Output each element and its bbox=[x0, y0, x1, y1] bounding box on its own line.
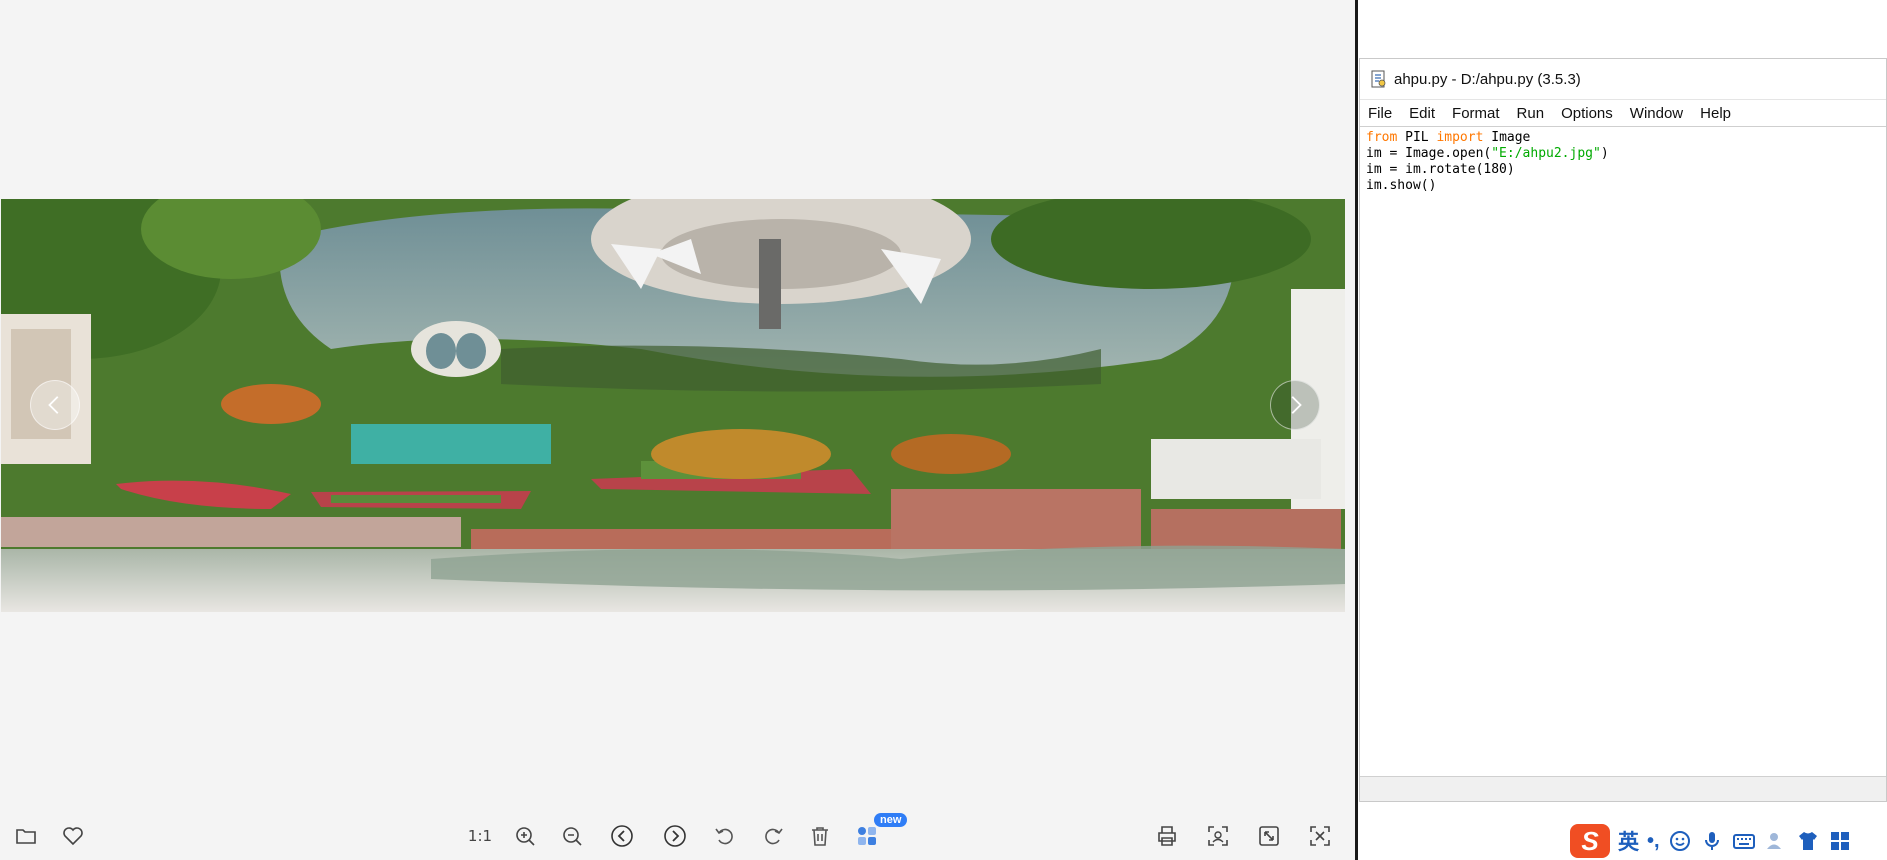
previous-image-button[interactable] bbox=[30, 380, 80, 430]
code-text: ) bbox=[1600, 146, 1609, 161]
menu-options[interactable]: Options bbox=[1561, 105, 1613, 122]
keyboard-icon bbox=[1732, 834, 1755, 849]
photo-image bbox=[1, 199, 1345, 612]
campus-photo-rotated bbox=[1, 199, 1345, 612]
print-button[interactable] bbox=[1152, 821, 1182, 851]
fit-window-icon bbox=[1259, 826, 1279, 846]
menu-run[interactable]: Run bbox=[1517, 105, 1545, 122]
new-badge: new bbox=[874, 813, 908, 827]
rotate-right-icon bbox=[765, 828, 783, 845]
code-text: im = Image.open( bbox=[1366, 146, 1492, 161]
fit-window-button[interactable] bbox=[1254, 821, 1284, 851]
grid-icon bbox=[1830, 832, 1849, 850]
toolbox-button[interactable] bbox=[1828, 829, 1852, 853]
open-folder-button[interactable] bbox=[11, 821, 41, 851]
ime-punctuation-label: •, bbox=[1647, 829, 1660, 852]
image-viewer: 1:1 new bbox=[0, 0, 1355, 860]
rotate-left-button[interactable] bbox=[710, 821, 740, 851]
code-line-1: from PIL import Image bbox=[1366, 130, 1880, 146]
delete-button[interactable] bbox=[805, 821, 835, 851]
zoom-out-button[interactable] bbox=[557, 821, 587, 851]
printer-icon bbox=[1158, 826, 1176, 846]
trash-icon bbox=[812, 827, 828, 846]
ime-toolbar: S 英 •, bbox=[1570, 822, 1887, 860]
emoji-button[interactable] bbox=[1668, 829, 1692, 853]
idle-status-bar bbox=[1360, 776, 1886, 801]
next-button[interactable] bbox=[660, 821, 690, 851]
ime-language-label: 英 bbox=[1618, 830, 1639, 854]
fullscreen-icon bbox=[1310, 826, 1330, 846]
zoom-in-button[interactable] bbox=[510, 821, 540, 851]
idle-window-title: ahpu.py - D:/ahpu.py (3.5.3) bbox=[1394, 70, 1581, 88]
zoom-out-icon bbox=[563, 827, 582, 846]
actual-size-button[interactable]: 1:1 bbox=[463, 821, 497, 851]
zoom-in-icon bbox=[516, 827, 535, 846]
sogou-logo-icon[interactable]: S bbox=[1570, 824, 1610, 858]
code-text: Image bbox=[1483, 130, 1531, 145]
keyword-from: from bbox=[1366, 130, 1398, 145]
ime-language-toggle[interactable]: 英 bbox=[1618, 826, 1639, 856]
skin-button[interactable] bbox=[1796, 829, 1820, 853]
menu-file[interactable]: File bbox=[1368, 105, 1392, 122]
menu-format[interactable]: Format bbox=[1452, 105, 1500, 122]
code-text: PIL bbox=[1397, 130, 1437, 145]
python-file-icon bbox=[1371, 70, 1386, 88]
previous-button[interactable] bbox=[607, 821, 637, 851]
idle-menu-bar: File Edit Format Run Options Window Help bbox=[1360, 100, 1886, 127]
heart-icon bbox=[63, 827, 83, 846]
voice-input-button[interactable] bbox=[1700, 829, 1724, 853]
string-literal: "E:/ahpu2.jpg" bbox=[1491, 146, 1601, 161]
shirt-icon bbox=[1798, 832, 1817, 850]
scan-icon bbox=[1208, 826, 1228, 846]
chevron-right-icon bbox=[1291, 396, 1302, 414]
keyword-import: import bbox=[1436, 130, 1484, 145]
code-line-3: im = im.rotate(180) bbox=[1366, 162, 1515, 177]
user-icon bbox=[1766, 833, 1781, 849]
scan-button[interactable] bbox=[1203, 821, 1233, 851]
code-line-4: im.show() bbox=[1366, 178, 1437, 193]
menu-help[interactable]: Help bbox=[1700, 105, 1731, 122]
code-line-2: im = Image.open("E:/ahpu2.jpg") bbox=[1366, 146, 1880, 162]
chevron-right-circle-icon bbox=[664, 825, 686, 847]
idle-title-bar[interactable]: ahpu.py - D:/ahpu.py (3.5.3) bbox=[1360, 59, 1886, 100]
rotate-right-button[interactable] bbox=[758, 821, 788, 851]
rotate-left-icon bbox=[715, 828, 733, 845]
menu-window[interactable]: Window bbox=[1630, 105, 1683, 122]
code-editor[interactable]: from PIL import Image im = Image.open("E:… bbox=[1360, 127, 1886, 197]
user-button[interactable] bbox=[1764, 829, 1788, 853]
microphone-icon bbox=[1704, 832, 1719, 850]
next-image-button[interactable] bbox=[1270, 380, 1320, 430]
apps-icon bbox=[858, 827, 876, 845]
favorite-button[interactable] bbox=[58, 821, 88, 851]
smiley-icon bbox=[1669, 831, 1690, 851]
actual-size-label: 1:1 bbox=[467, 827, 493, 845]
keyboard-button[interactable] bbox=[1732, 829, 1756, 853]
fullscreen-button[interactable] bbox=[1305, 821, 1335, 851]
folder-icon bbox=[16, 829, 36, 844]
ime-punctuation-toggle[interactable]: •, bbox=[1647, 830, 1660, 853]
idle-editor-window: ahpu.py - D:/ahpu.py (3.5.3) File Edit F… bbox=[1359, 58, 1887, 802]
menu-edit[interactable]: Edit bbox=[1409, 105, 1435, 122]
chevron-left-circle-icon bbox=[611, 825, 633, 847]
chevron-left-icon bbox=[48, 396, 59, 414]
